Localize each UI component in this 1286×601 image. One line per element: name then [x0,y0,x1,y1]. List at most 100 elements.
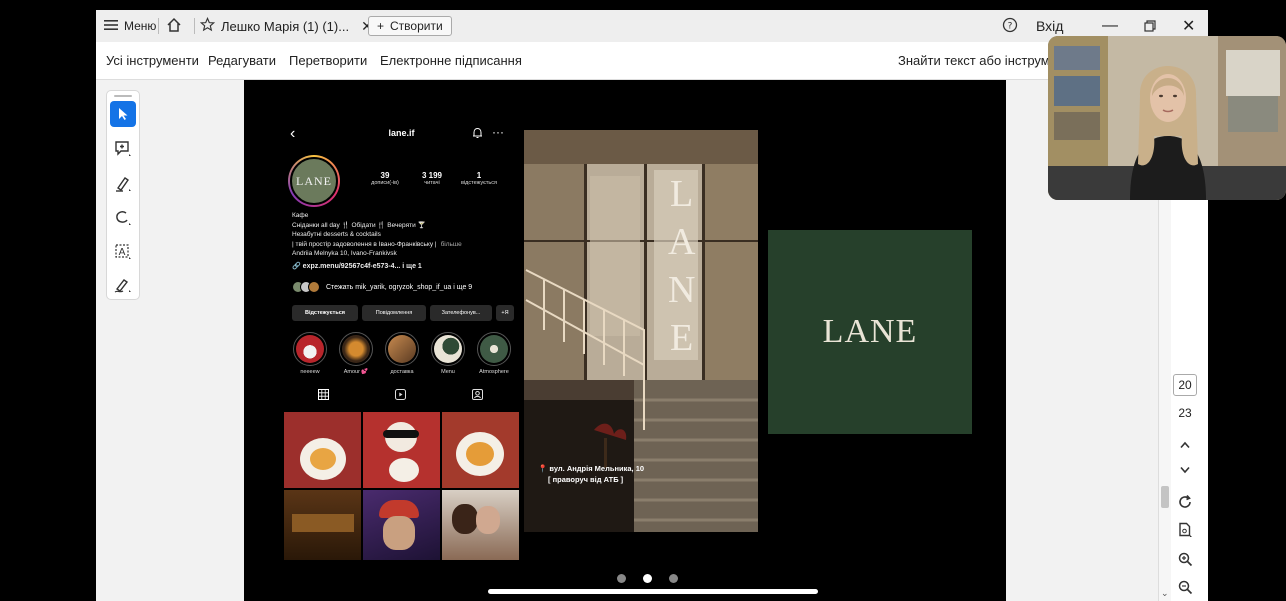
separator [194,18,195,34]
profile-avatar: LANE [288,155,340,207]
home-icon [166,17,182,36]
help-button[interactable]: ? [1002,10,1018,42]
zoom-in-icon[interactable] [1174,549,1196,569]
address-line: 📍 вул. Андрія Мельника, 10 [538,464,645,473]
stat-value: 1 [476,171,482,180]
profile-content-tabs [284,387,519,407]
following-button: Відстежується [292,305,358,321]
post-thumbnail [442,412,519,488]
zoom-out-icon[interactable] [1174,577,1196,597]
menu-e-sign[interactable]: Електронне підписання [380,53,522,68]
sign-letter: L [670,173,694,215]
previous-page-icon[interactable] [1174,435,1196,455]
highlight-pen-icon[interactable] [110,171,136,197]
stat-value: 3 199 [421,171,443,180]
home-button[interactable] [166,10,182,42]
svg-text:A: A [119,247,126,258]
star-icon[interactable] [199,16,216,35]
hamburger-icon [104,19,118,34]
bio-line: Сніданки all day 🍴 Обідати 🍴 Вечеряти 🍸 [292,221,426,229]
stat-value: 39 [380,171,390,180]
posts-grid [284,412,519,560]
post-thumbnail [284,490,361,560]
tab-title: Лешко Марія (1) (1)... [221,18,350,34]
menu-convert[interactable]: Перетворити [289,53,367,68]
profile-header: ‹ lane.if ··· [284,125,519,147]
more-options-icon: ··· [492,125,504,139]
text-recognition-icon[interactable]: A [110,239,136,265]
sign-letter: N [668,269,696,311]
stat-label: дописи(-ів) [371,180,399,186]
scroll-down-icon[interactable]: ⌄ [1161,588,1169,599]
post-thumbnail [284,412,361,488]
select-icon[interactable] [110,101,136,127]
stat-followers: 3 199 читачі [412,171,452,186]
menu-all-tools[interactable]: Усі інструменти [106,53,199,68]
svg-text:?: ? [1008,21,1013,31]
sign-letter: A [668,221,696,263]
separator [158,18,159,34]
highlight-label: Menu [441,369,455,375]
quick-tools-panel: A [106,90,140,300]
highlight-item: Atmosphere [474,332,514,375]
followed-by-text: Стежать mik_yarik, ogryzok_shop_if_ua і … [326,283,473,291]
document-tab[interactable]: Лешко Марія (1) (1)... ✕ [199,10,373,42]
grid-icon [318,389,329,403]
stat-label: читачі [424,180,440,186]
bio-line: | твій простір задоволення в Івано-Франк… [292,240,437,248]
profile-username: lane.if [388,128,415,138]
document-workspace: A ‹ lane.if ··· LANE 39 дописи(-ів) 3 19… [96,80,1208,601]
highlight-item: доставка [382,332,422,375]
bio-line: Незабутні desserts & cocktails [292,231,381,238]
profile-bio: Кафе Сніданки all day 🍴 Обідати 🍴 Вечеря… [292,211,517,271]
highlight-label: Amour 💕 [343,369,369,375]
menu-button[interactable]: Меню [104,10,156,42]
add-person-button: +Я [496,305,514,321]
post-thumbnail [442,490,519,560]
carousel-dots [617,574,678,583]
bio-link: expz.menu/92567c4f-e573-4... і ще 1 [302,262,422,270]
menu-edit[interactable]: Редагувати [208,53,276,68]
highlight-label: Atmosphere [479,369,509,375]
story-highlights: neeeew Amour 💕 доставка Menu Atmosphere [290,332,520,382]
followed-by: Стежать mik_yarik, ogryzok_shop_if_ua і … [292,281,517,293]
reels-icon [395,389,406,403]
carousel-dot-active[interactable] [643,574,652,583]
drag-handle[interactable] [114,95,132,97]
bio-line: Andriia Melnyka 10, Ivano-Frankivsk [292,250,397,257]
avatar-logo-text: LANE [290,157,338,205]
link-icon: 🔗 [292,262,303,270]
webcam-overlay [1048,36,1286,200]
home-indicator-bar [488,589,818,594]
total-pages: 23 [1178,406,1192,420]
page-document-icon[interactable] [1174,520,1196,540]
carousel-dot[interactable] [617,574,626,583]
highlight-item: Menu [428,332,468,375]
highlight-label: neeeew [300,369,320,375]
stat-following: 1 відстежується [454,171,504,186]
current-page-input[interactable]: 20 [1173,374,1197,396]
menu-label: Меню [124,19,157,33]
post-thumbnail [363,412,440,488]
stat-posts: 39 дописи(-ів) [360,171,410,186]
scrollbar-thumb[interactable] [1161,486,1169,508]
signature-icon[interactable] [110,272,136,298]
post-thumbnail [363,490,440,560]
follower-avatars [292,281,320,293]
create-button[interactable]: + Створити [368,16,452,36]
create-label: Створити [390,19,443,33]
comment-icon[interactable] [110,136,136,162]
refresh-icon[interactable] [1174,492,1196,512]
next-page-icon[interactable] [1174,460,1196,480]
find-tool-search[interactable]: Знайти текст або інструмен [898,53,1064,68]
draw-icon[interactable] [110,205,136,231]
lane-logo: LANE [822,313,918,350]
carousel-dot[interactable] [669,574,678,583]
bio-category: Кафе [292,212,309,219]
highlight-item: Amour 💕 [336,332,376,375]
avatar [308,281,320,293]
profile-action-buttons: Відстежується Повідомлення Зателефонув..… [292,305,517,321]
address-caption: 📍 вул. Андрія Мельника, 10 [ праворуч ві… [538,463,678,485]
help-icon: ? [1002,17,1018,36]
pdf-page: ‹ lane.if ··· LANE 39 дописи(-ів) 3 199 [244,80,1006,601]
